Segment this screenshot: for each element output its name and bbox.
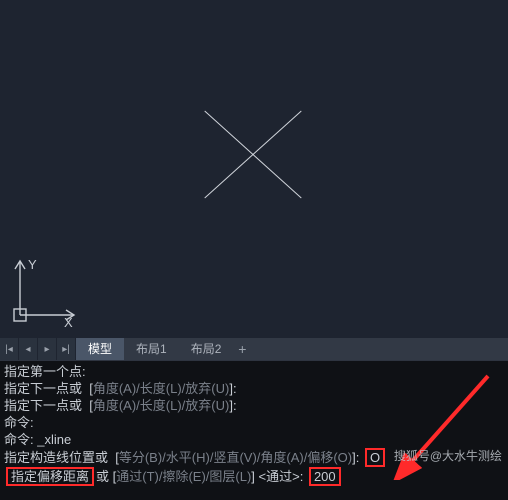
axis-x-label: X [64,315,73,330]
tab-nav-buttons: |◂ ◂ ▸ ▸| [0,338,76,360]
tab-nav-last[interactable]: ▸| [57,338,76,360]
cmd-history-line: 命令: _xline [4,431,504,448]
highlight-offset-prompt: 指定偏移距离 [6,467,94,486]
cmd-history-line: 指定下一点或 [角度(A)/长度(L)/放弃(U)]: [4,397,504,414]
cmd-history-line: 指定下一点或 [角度(A)/长度(L)/放弃(U)]: [4,380,504,397]
command-window[interactable]: 指定第一个点: 指定下一点或 [角度(A)/长度(L)/放弃(U)]: 指定下一… [0,360,508,500]
drawing-canvas[interactable]: Y X |◂ ◂ ▸ ▸| 模型 布局1 布局2 + [0,0,508,360]
ucs-icon: Y X [6,253,84,334]
axis-y-label: Y [28,257,37,272]
watermark: 搜狐号@大水牛测绘 [394,447,502,464]
tab-nav-prev[interactable]: ◂ [19,338,38,360]
cmd-history-line: 命令: [4,414,504,431]
layout-tab-strip: |◂ ◂ ▸ ▸| 模型 布局1 布局2 + [0,338,508,360]
highlight-offset-option: O [365,448,385,467]
tab-add[interactable]: + [233,338,251,360]
tab-nav-first[interactable]: |◂ [0,338,19,360]
cmd-input-line[interactable]: 指定偏移距离或 [通过(T)/擦除(E)/图层(L)] <通过>: 200 [4,467,504,486]
tab-layout1[interactable]: 布局1 [124,338,179,360]
tab-nav-next[interactable]: ▸ [38,338,57,360]
highlight-offset-value: 200 [309,467,341,486]
tab-layout2[interactable]: 布局2 [179,338,234,360]
cmd-history-line: 指定第一个点: [4,363,504,380]
tab-model[interactable]: 模型 [76,338,124,360]
